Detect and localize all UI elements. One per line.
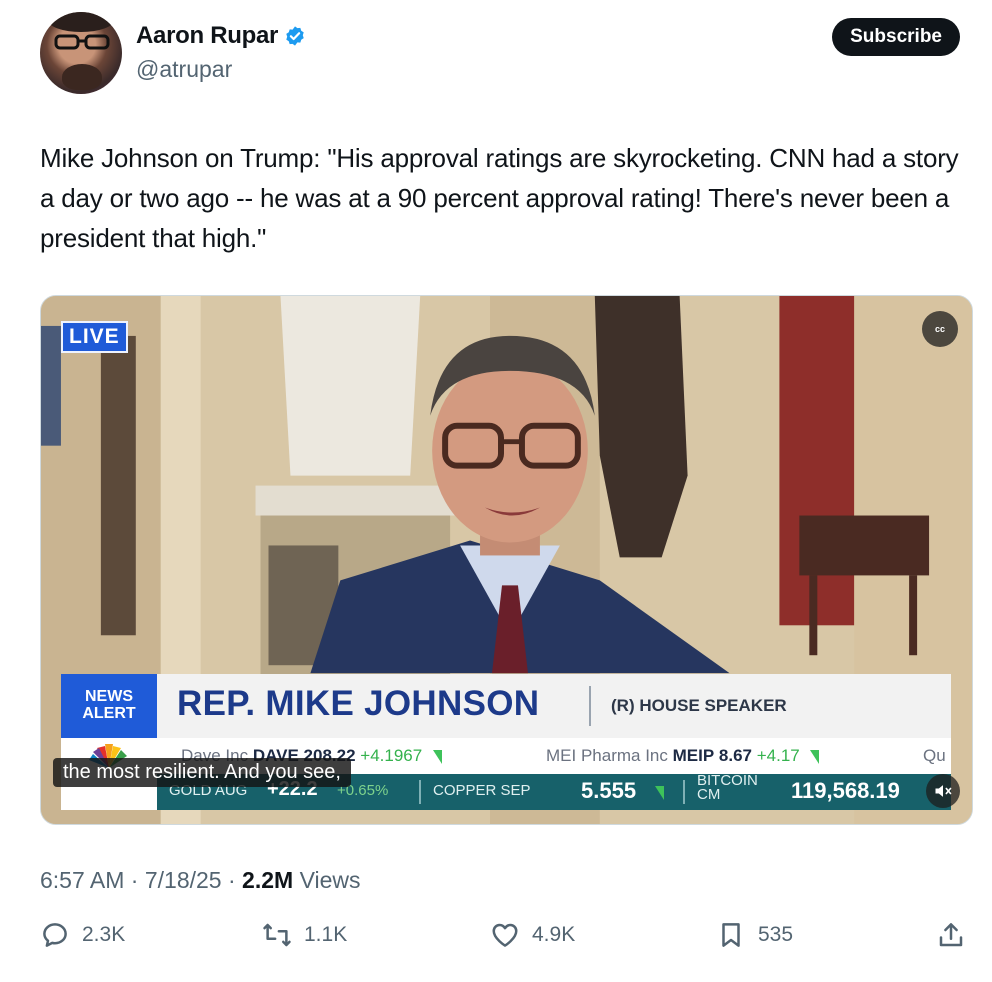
tweet-time[interactable]: 6:57 AM (40, 867, 124, 893)
ticker-copper-label: COPPER SEP (433, 782, 531, 799)
ticker-arrow-icon (432, 749, 442, 764)
ticker-item-meip: MEI Pharma Inc MEIP 8.67 +4.17 (546, 746, 820, 766)
like-count: 4.9K (532, 923, 576, 946)
avatar-beard (62, 64, 102, 90)
live-badge: LIVE (61, 321, 128, 353)
ticker-change: +4.17 (756, 746, 800, 765)
author-name-row[interactable]: Aaron Rupar (136, 22, 306, 50)
share-button[interactable] (936, 920, 966, 950)
ticker-bitcoin-value: 119,568.19 (791, 778, 900, 803)
ticker-bitcoin-label: BITCOIN CM (697, 772, 758, 803)
meta-separator: · (227, 867, 243, 893)
avatar-glasses (54, 34, 110, 50)
ticker-price: 8.67 (718, 746, 752, 765)
ticker-company: MEI Pharma Inc (546, 746, 668, 765)
video-caption: the most resilient. And you see, (53, 758, 351, 787)
views-label: Views (299, 867, 361, 893)
news-alert-line2: ALERT (82, 705, 136, 722)
reply-button[interactable]: 2.3K (40, 920, 125, 950)
reply-count: 2.3K (82, 923, 126, 946)
heart-icon (492, 923, 518, 947)
mute-button[interactable] (926, 774, 960, 808)
subscribe-button[interactable]: Subscribe (832, 18, 960, 56)
verified-badge-icon (286, 26, 304, 46)
meta-separator: · (130, 867, 145, 893)
tweet-date[interactable]: 7/18/25 (145, 867, 222, 893)
repost-count: 1.1K (304, 923, 348, 946)
views-count: 2.2M (242, 867, 294, 893)
ticker-copper-value: 5.555 (581, 778, 637, 803)
lower-third-title: (R) HOUSE SPEAKER (611, 696, 787, 715)
speaker-muted-icon (935, 785, 952, 797)
lower-third-divider (589, 686, 591, 726)
ticker-item-truncated: Qu (923, 746, 946, 765)
ticker-symbol: MEIP (672, 746, 715, 765)
tweet-header: Aaron Rupar @atrupar Subscribe (40, 12, 960, 96)
lower-third-name: REP. MIKE JOHNSON (177, 684, 540, 723)
author-name[interactable]: Aaron Rupar (136, 22, 278, 50)
ticker-change: +4.1967 (360, 746, 423, 765)
news-alert-badge: NEWS ALERT (61, 674, 157, 738)
closed-captions-button[interactable]: cc (922, 311, 958, 347)
cc-label: cc (934, 324, 945, 334)
bookmark-count: 535 (758, 923, 794, 946)
tweet-text: Mike Johnson on Trump: "His approval rat… (40, 143, 959, 253)
tweet-meta: 6:57 AM · 7/18/25 · 2.2M Views (40, 867, 361, 894)
news-lower-third: NEWS ALERT REP. MIKE JOHNSON (R) HOUSE S… (61, 674, 951, 738)
ticker-arrow-icon (810, 749, 820, 764)
ticker-divider (683, 780, 685, 804)
bookmark-button[interactable]: 535 (716, 920, 793, 950)
share-icon (939, 923, 963, 947)
like-button[interactable]: 4.9K (490, 920, 575, 950)
reply-icon (43, 923, 67, 947)
ticker-arrow-icon (655, 786, 664, 800)
ticker-divider (419, 780, 421, 804)
news-alert-line1: NEWS (85, 688, 133, 705)
video-player[interactable]: LIVE cc NEWS ALERT REP. MIKE JOHNSON (R)… (40, 295, 973, 825)
repost-button[interactable]: 1.1K (262, 920, 347, 950)
tweet-actions: 2.3K 1.1K 4.9K 535 (40, 920, 970, 960)
avatar-hair (48, 12, 114, 32)
bookmark-icon (722, 923, 740, 947)
repost-icon (263, 923, 291, 947)
author-handle[interactable]: @atrupar (136, 56, 232, 83)
author-avatar[interactable] (40, 12, 122, 94)
